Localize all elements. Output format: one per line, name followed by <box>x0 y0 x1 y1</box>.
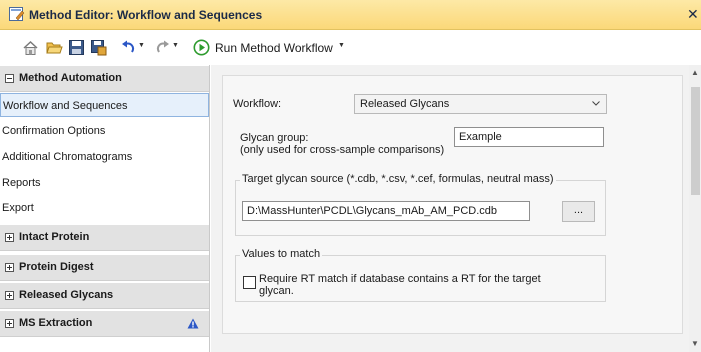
group-label: MS Extraction <box>19 317 93 329</box>
expand-icon[interactable] <box>5 263 14 272</box>
sidebar-item-workflow-and-sequences[interactable]: Workflow and Sequences <box>0 93 209 117</box>
save-icon[interactable] <box>68 39 85 56</box>
group-label: Protein Digest <box>19 261 94 273</box>
rt-match-label-line2[interactable]: glycan. <box>259 285 294 297</box>
glycan-group-value: Example <box>459 131 502 143</box>
warning-triangle-icon <box>187 318 199 329</box>
redo-dropdown-caret[interactable]: ▼ <box>172 42 179 49</box>
chevron-down-icon <box>592 101 600 106</box>
vertical-scrollbar[interactable]: ▲ ▼ <box>689 65 701 352</box>
values-to-match-title: Values to match <box>240 248 323 260</box>
collapse-icon[interactable] <box>5 74 14 83</box>
workflow-label: Workflow: <box>233 98 282 110</box>
group-label: Method Automation <box>19 72 122 84</box>
sidebar-item-additional-chromatograms[interactable]: Additional Chromatograms <box>0 145 209 169</box>
title-bar: Method Editor: Workflow and Sequences ✕ <box>0 0 701 30</box>
sidebar-item-reports[interactable]: Reports <box>0 171 209 195</box>
scroll-down-arrow-icon[interactable]: ▼ <box>691 339 699 348</box>
scroll-up-arrow-icon[interactable]: ▲ <box>691 68 699 77</box>
target-glycan-source-title: Target glycan source (*.cdb, *.csv, *.ce… <box>240 173 556 185</box>
glycan-group-input[interactable]: Example <box>454 127 604 147</box>
undo-dropdown-caret[interactable]: ▼ <box>138 42 145 49</box>
run-dropdown-caret[interactable]: ▼ <box>338 42 345 49</box>
glycan-group-label: Glycan group: <box>240 132 309 144</box>
group-method-automation[interactable]: Method Automation <box>0 66 209 92</box>
run-method-workflow-button[interactable]: Run Method Workflow <box>215 41 333 55</box>
scrollbar-thumb[interactable] <box>691 87 700 195</box>
method-editor-icon <box>9 7 25 21</box>
window-title: Method Editor: Workflow and Sequences <box>29 8 263 22</box>
sidebar-item-export[interactable]: Export <box>0 196 209 220</box>
glycan-group-hint: (only used for cross-sample comparisons) <box>240 144 445 156</box>
group-intact-protein[interactable]: Intact Protein <box>0 225 209 251</box>
group-released-glycans[interactable]: Released Glycans <box>0 283 209 309</box>
group-protein-digest[interactable]: Protein Digest <box>0 255 209 281</box>
workflow-selected-value: Released Glycans <box>360 98 450 110</box>
toolbar: ▼ ▼ Run Method Workflow ▼ <box>0 30 701 65</box>
group-ms-extraction[interactable]: MS Extraction <box>0 311 209 337</box>
redo-icon[interactable] <box>154 39 171 56</box>
open-folder-icon[interactable] <box>46 39 63 56</box>
source-path-value: D:\MassHunter\PCDL\Glycans_mAb_AM_PCD.cd… <box>247 205 498 217</box>
group-label: Released Glycans <box>19 289 114 301</box>
run-play-icon[interactable] <box>193 39 210 56</box>
sidebar-item-confirmation-options[interactable]: Confirmation Options <box>0 119 209 143</box>
rt-match-checkbox[interactable] <box>243 276 256 289</box>
workflow-select[interactable]: Released Glycans <box>354 94 607 114</box>
close-icon[interactable]: ✕ <box>687 4 701 24</box>
expand-icon[interactable] <box>5 319 14 328</box>
undo-icon[interactable] <box>120 39 137 56</box>
sidebar: Method Automation Workflow and Sequences… <box>0 65 210 352</box>
expand-icon[interactable] <box>5 233 14 242</box>
group-label: Intact Protein <box>19 231 90 243</box>
source-path-input[interactable]: D:\MassHunter\PCDL\Glycans_mAb_AM_PCD.cd… <box>242 201 530 221</box>
rt-match-label-line1[interactable]: Require RT match if database contains a … <box>259 273 541 285</box>
home-icon[interactable] <box>22 39 39 56</box>
save-as-icon[interactable] <box>90 39 107 56</box>
browse-button[interactable]: ... <box>562 201 595 222</box>
expand-icon[interactable] <box>5 291 14 300</box>
